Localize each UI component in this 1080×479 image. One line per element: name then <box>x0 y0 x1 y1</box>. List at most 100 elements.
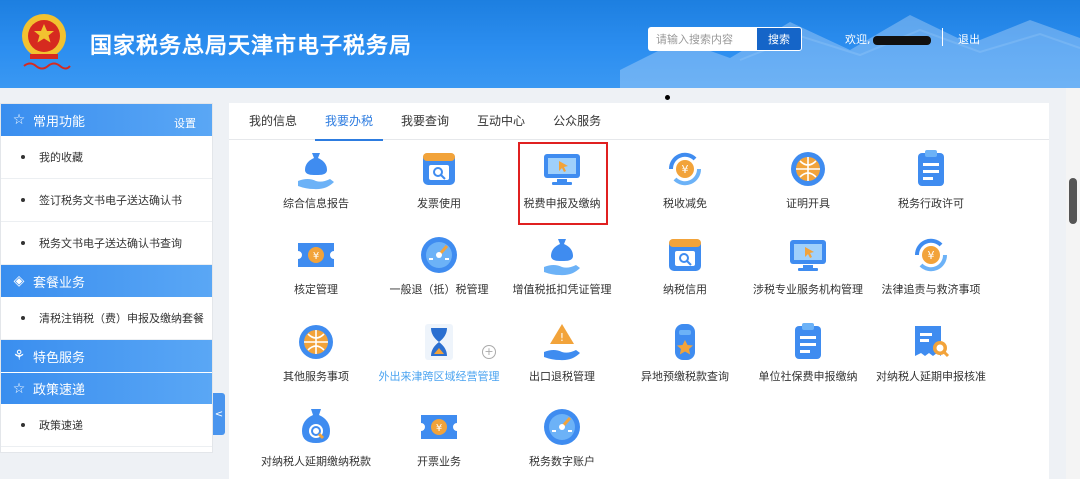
scrollbar-thumb[interactable] <box>1069 178 1077 224</box>
svg-text:¥: ¥ <box>928 249 935 262</box>
sidebar-section-title: 政策速递 <box>33 383 86 398</box>
highlight-frame <box>518 142 608 225</box>
sidebar-item-label: 签订税务文书电子送达确认书 <box>39 194 182 207</box>
sidebar-section-title: 套餐业务 <box>33 275 86 291</box>
sidebar-item-label: 税务文书电子送达确认书查询 <box>39 237 182 250</box>
sidebar-section-package[interactable]: ◈ 套餐业务 <box>1 265 212 297</box>
sidebar-section-policy[interactable]: ☆ 政策速递 <box>1 372 212 404</box>
service-tile[interactable]: 涉税专业服务机构管理 <box>748 233 868 297</box>
service-tile-label: 增值税抵扣凭证管理 <box>512 283 612 296</box>
sidebar-item-favorites[interactable]: 我的收藏 <box>1 136 212 179</box>
tab-public-service[interactable]: 公众服务 <box>539 103 615 140</box>
service-tile-label: 核定管理 <box>294 283 338 296</box>
sidebar-section-common[interactable]: ☆ 常用功能 设置 <box>1 104 212 136</box>
logout-link[interactable]: 退出 <box>958 31 980 47</box>
sidebar-item-sign-delivery[interactable]: 签订税务文书电子送达确认书 <box>1 179 212 222</box>
service-tile-label: 异地预缴税款查询 <box>641 370 729 383</box>
hourglass-icon <box>425 324 453 360</box>
service-tile[interactable]: 纳税信用 <box>625 233 745 297</box>
service-tile[interactable]: 增值税抵扣凭证管理 <box>502 233 622 297</box>
service-tile-label: 发票使用 <box>417 197 461 210</box>
sidebar-collapse-button[interactable]: < <box>213 393 225 435</box>
globe-icon <box>299 325 333 359</box>
svg-text:¥: ¥ <box>313 251 319 262</box>
service-tile[interactable]: 异地预缴税款查询 <box>625 320 745 384</box>
service-tile[interactable]: ¥ 税收减免 <box>625 147 745 211</box>
tab-query[interactable]: 我要查询 <box>387 103 463 140</box>
service-tile[interactable]: ¥ 法律追责与救济事项 <box>871 233 991 297</box>
service-tile[interactable]: ¥ 核定管理 <box>256 233 376 297</box>
service-tile[interactable]: 证明开具 <box>748 147 868 211</box>
sidebar-item-policy[interactable]: 政策速递 <box>1 404 212 447</box>
star-icon: ☆ <box>12 380 26 397</box>
sidebar-item-label: 清税注销税（费）申报及缴纳套餐 <box>39 312 204 325</box>
welcome-label: 欢迎, <box>845 33 871 46</box>
plus-icon[interactable]: + <box>482 345 496 359</box>
yuan-ticket-icon: ¥ <box>421 415 457 439</box>
service-tile[interactable]: 外出来津跨区域经营管理 <box>378 320 500 384</box>
service-tile-label: 外出来津跨区域经营管理 <box>378 370 500 383</box>
invoice-search-icon <box>669 239 701 271</box>
sidebar-item-label: 我的收藏 <box>39 151 83 164</box>
bullet-icon <box>21 198 25 202</box>
service-tile[interactable]: 单位社保费申报缴纳 <box>748 320 868 384</box>
yuan-cycle-icon: ¥ <box>668 152 702 186</box>
page-scrollbar[interactable] <box>1066 88 1080 479</box>
service-tile[interactable]: 一般退（抵）税管理 <box>379 233 499 297</box>
service-tile-label: 单位社保费申报缴纳 <box>758 370 858 383</box>
service-tile[interactable]: ¥ 开票业务 <box>379 405 499 469</box>
bag-search-icon <box>302 409 330 443</box>
search-input[interactable] <box>648 27 756 51</box>
service-tile[interactable]: 对纳税人延期申报核准 <box>871 320 991 384</box>
svg-text:¥: ¥ <box>682 163 689 176</box>
service-tile-label: 其他服务事项 <box>283 370 349 383</box>
svg-text:!: ! <box>560 331 564 344</box>
service-tile-label: 综合信息报告 <box>283 197 349 210</box>
service-tile-label: 涉税专业服务机构管理 <box>753 283 863 296</box>
tab-my-info[interactable]: 我的信息 <box>235 103 311 140</box>
clipboard-icon <box>918 150 944 186</box>
sidebar-item-delivery-query[interactable]: 税务文书电子送达确认书查询 <box>1 222 212 265</box>
layers-icon: ◈ <box>13 273 25 289</box>
service-tile-label: 对纳税人延期缴纳税款 <box>261 455 371 468</box>
service-tile[interactable]: 对纳税人延期缴纳税款 <box>256 405 376 469</box>
service-tile[interactable]: 发票使用 <box>379 147 499 211</box>
bullet-icon <box>21 423 25 427</box>
sidebar-item-deregistration[interactable]: 清税注销税（费）申报及缴纳套餐 <box>1 297 212 340</box>
receipt-search-icon <box>915 326 950 358</box>
invoice-search-icon <box>423 153 455 185</box>
service-tile[interactable]: 税务数字账户 <box>502 405 622 469</box>
sidebar-section-title: 特色服务 <box>33 350 86 366</box>
money-bag-hand-icon <box>298 153 334 190</box>
clipboard-icon <box>795 323 821 359</box>
site-title: 国家税务总局天津市电子税务局 <box>90 34 413 59</box>
tab-bar: 我的信息 我要办税 我要查询 互动中心 公众服务 <box>229 103 1049 141</box>
service-tile[interactable]: 综合信息报告 <box>256 147 376 211</box>
service-tile-label: 对纳税人延期申报核准 <box>876 370 986 383</box>
sidebar-section-special[interactable]: ⚘ 特色服务 <box>1 340 212 372</box>
service-tile-label: 出口退税管理 <box>529 370 595 383</box>
search-button[interactable]: 搜索 <box>756 27 802 51</box>
service-tile[interactable]: 税务行政许可 <box>871 147 991 211</box>
monitor-cursor-icon <box>790 240 826 271</box>
money-bag-hand-icon <box>544 239 580 276</box>
star-icon: ☆ <box>12 112 26 128</box>
gauge-icon <box>421 237 457 273</box>
service-tile[interactable]: ! 出口退税管理 <box>502 320 622 384</box>
bullet-icon <box>21 316 25 320</box>
service-tile[interactable]: 其他服务事项 <box>256 320 376 384</box>
service-tile-label: 一般退（抵）税管理 <box>389 283 489 296</box>
mouse-cursor-dot <box>665 95 670 100</box>
sidebar: ☆ 常用功能 设置 我的收藏 签订税务文书电子送达确认书 税务文书电子送达确认书… <box>0 103 213 453</box>
sidebar-item-label: 政策速递 <box>39 419 83 432</box>
warning-hand-icon: ! <box>544 324 580 361</box>
service-tile-label: 证明开具 <box>786 197 830 210</box>
svg-text:¥: ¥ <box>436 423 442 434</box>
tab-interaction[interactable]: 互动中心 <box>463 103 539 140</box>
tab-tax-handling[interactable]: 我要办税 <box>311 103 387 141</box>
bullet-icon <box>21 155 25 159</box>
service-tile-label: 税务数字账户 <box>529 455 595 468</box>
settings-link[interactable]: 设置 <box>174 115 196 131</box>
bullet-icon <box>21 241 25 245</box>
yuan-cycle-icon: ¥ <box>914 238 948 272</box>
